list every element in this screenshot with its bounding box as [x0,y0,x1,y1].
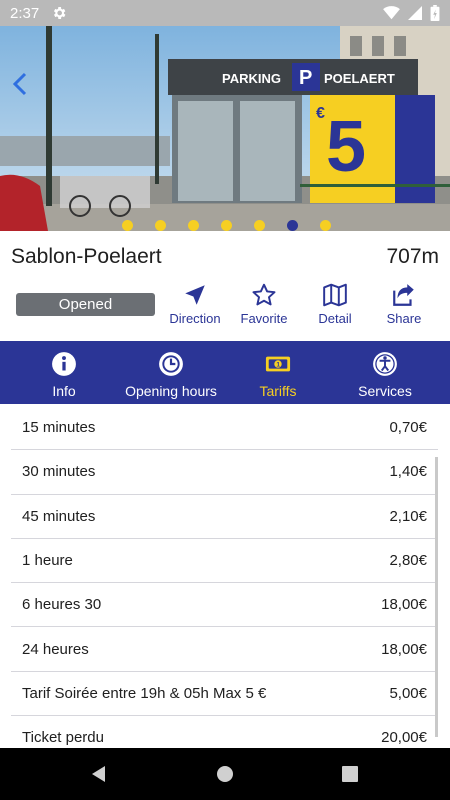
banknote-icon: 1 [265,356,291,372]
parking-photo: PARKING P POELAERT 5 € [0,26,450,231]
wifi-icon [383,6,400,20]
carousel-dot[interactable] [122,220,133,231]
tariff-duration: 1 heure [22,552,73,570]
battery-icon [430,5,440,21]
tariff-row: 15 minutes 0,70€ [11,406,438,451]
star-outline-icon [252,283,276,306]
tariff-price: 0,70€ [389,419,427,437]
signal-icon [408,6,422,20]
tariff-price: 18,00€ [381,596,427,614]
favorite-label: Favorite [240,311,288,326]
detail-label: Detail [318,311,352,326]
scrollbar[interactable] [435,457,438,737]
tariff-row: Ticket perdu 20,00€ [11,716,438,748]
photo-sign-poelaert: POELAERT [324,71,395,86]
settings-gear-icon [54,7,66,19]
tab-opening-hours[interactable]: Opening hours [118,341,224,404]
status-icons [383,5,440,21]
home-nav-icon[interactable] [215,764,235,784]
tab-info[interactable]: Info [20,341,108,404]
parking-name: Sablon-Poelaert [11,245,162,268]
carousel-dot[interactable] [254,220,265,231]
tariff-list[interactable]: 15 minutes 0,70€ 30 minutes 1,40€ 45 minutes… [11,406,438,748]
tariff-duration: 45 minutes [22,507,96,525]
tariff-price: 20,00€ [381,729,427,747]
title-row: Sablon-Poelaert 707m [11,241,439,273]
direction-button[interactable]: Direction [160,282,230,332]
tariff-row: 45 minutes 2,10€ [11,495,438,539]
tariff-price: 5,00€ [389,684,427,702]
back-nav-icon[interactable] [89,764,109,784]
tab-opening-hours-label: Opening hours [125,383,217,399]
tariff-price: 2,10€ [389,507,427,525]
tariff-row: Tarif Soirée entre 19h & 05h Max 5 € 5,00… [11,672,438,717]
tariff-row: 6 heures 30 18,00€ [11,583,438,628]
clock-icon [159,352,183,376]
tab-bar: Info Opening hours 1 Tariffs Services [0,341,450,404]
info-icon [52,352,76,376]
carousel-dot[interactable] [188,220,199,231]
direction-label: Direction [169,311,221,326]
recents-nav-icon[interactable] [340,764,360,784]
action-row: Opened Direction Favorite Detail Share [0,282,450,332]
map-icon [323,283,347,307]
detail-button[interactable]: Detail [300,282,370,332]
tariff-row: 24 heures 18,00€ [11,627,438,672]
carousel-dot[interactable] [287,220,298,231]
status-bar: 2:37 [0,0,450,26]
svg-text:1: 1 [276,361,280,368]
photo-ad-euro: € [316,105,325,122]
parking-photo-carousel[interactable]: PARKING P POELAERT 5 € [0,26,450,231]
tab-services-label: Services [358,383,412,399]
tariff-row: 1 heure 2,80€ [11,539,438,584]
carousel-indicator [0,220,450,231]
parking-distance: 707m [386,245,439,268]
tariff-duration: 30 minutes [22,463,96,481]
tariff-price: 1,40€ [389,463,427,481]
tab-tariffs-label: Tariffs [259,383,297,399]
tariff-duration: Ticket perdu [22,729,104,747]
tab-info-label: Info [52,383,76,399]
tariff-duration: 6 heures 30 [22,596,102,614]
chevron-left-icon [12,72,27,96]
favorite-button[interactable]: Favorite [229,282,299,332]
status-time: 2:37 [10,4,40,22]
carousel-dot[interactable] [221,220,232,231]
tariff-price: 2,80€ [389,552,427,570]
system-navigation-bar [0,748,450,800]
accessibility-icon [373,352,397,376]
carousel-dot[interactable] [155,220,166,231]
tariff-row: 30 minutes 1,40€ [11,450,438,495]
photo-ad-price: 5 [326,107,366,187]
tariff-duration: Tarif Soirée entre 19h & 05h Max 5 € [22,684,267,702]
tariff-price: 18,00€ [381,640,427,658]
share-button[interactable]: Share [369,282,439,332]
share-icon [393,284,414,306]
carousel-dot[interactable] [320,220,331,231]
tariff-duration: 15 minutes [22,419,96,437]
tariff-duration: 24 heures [22,640,89,658]
tab-services[interactable]: Services [346,341,424,404]
svg-text:P: P [299,67,312,89]
share-label: Share [386,311,422,326]
status-badge: Opened [16,293,155,316]
photo-sign-parking: PARKING [222,71,281,86]
navigation-arrow-icon [185,285,205,305]
back-button[interactable] [6,70,34,98]
tab-tariffs[interactable]: 1 Tariffs [236,341,320,404]
